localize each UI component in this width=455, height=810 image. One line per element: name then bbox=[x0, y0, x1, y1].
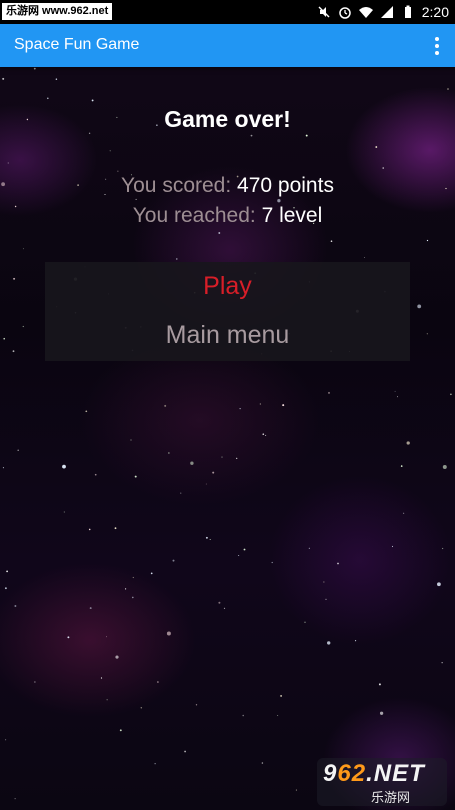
score-line: You scored: 470 points bbox=[0, 174, 455, 198]
game-over-title: Game over! bbox=[164, 106, 291, 132]
score-label: You scored: bbox=[121, 174, 232, 197]
watermark-site-name: 乐游网 bbox=[371, 790, 411, 805]
game-over-menu: Play Main menu bbox=[45, 262, 410, 361]
status-bar: 乐游网 www.962.net 2:20 bbox=[0, 0, 455, 24]
score-value: 470 points bbox=[237, 174, 334, 197]
level-label: You reached: bbox=[132, 204, 256, 227]
game-screen: 乐游网 www.962.net 2:20 Space Fun Game Game… bbox=[0, 0, 455, 810]
signal-icon bbox=[380, 6, 393, 18]
watermark-logo-text: 962.NET bbox=[323, 760, 425, 787]
status-time: 2:20 bbox=[421, 4, 449, 20]
mute-icon bbox=[318, 6, 330, 18]
app-bar: Space Fun Game bbox=[0, 24, 455, 67]
level-line: You reached: 7 level bbox=[0, 204, 455, 228]
site-watermark-logo: 962.NET 乐游网 bbox=[317, 758, 447, 806]
more-vert-icon[interactable] bbox=[429, 34, 445, 58]
level-value: 7 level bbox=[261, 204, 323, 227]
app-title: Space Fun Game bbox=[14, 36, 140, 53]
wifi-icon bbox=[358, 7, 373, 18]
play-button[interactable]: Play bbox=[45, 262, 410, 311]
battery-icon bbox=[404, 5, 411, 18]
status-watermark-label: 乐游网 www.962.net bbox=[2, 3, 113, 20]
alarm-icon bbox=[339, 7, 351, 19]
main-menu-button[interactable]: Main menu bbox=[45, 311, 410, 360]
